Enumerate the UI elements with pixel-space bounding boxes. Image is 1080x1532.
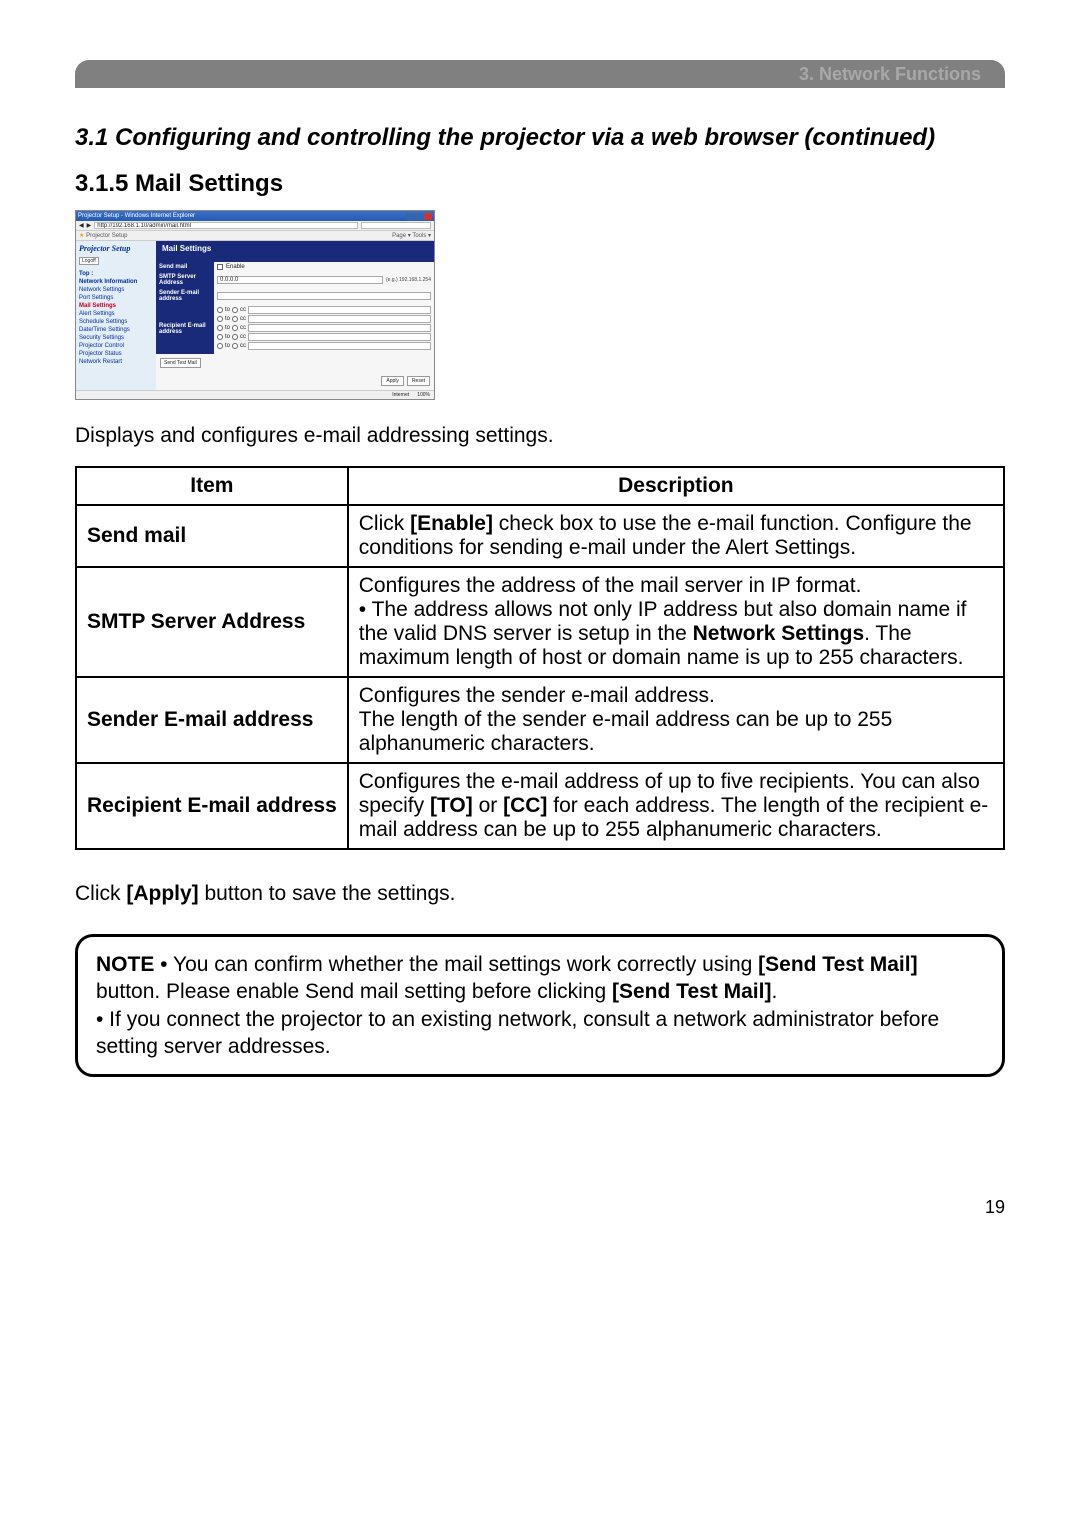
cc-radio-4[interactable] xyxy=(232,334,238,340)
sidebar-item-10[interactable]: Projector Status xyxy=(79,351,153,357)
table-row: Sender E-mail addressConfigures the send… xyxy=(76,677,1004,763)
sidebar-item-9[interactable]: Projector Control xyxy=(79,343,153,349)
to-radio-3[interactable] xyxy=(217,325,223,331)
th-item: Item xyxy=(76,467,348,505)
to-radio-2[interactable] xyxy=(217,316,223,322)
sidebar-item-4[interactable]: Mail Settings xyxy=(79,303,153,309)
tab-title: Projector Setup xyxy=(86,233,127,239)
row-smtp-label: SMTP Server Address xyxy=(156,272,214,288)
brand: Projector Setup xyxy=(79,244,153,253)
enable-label: Enable xyxy=(226,264,245,270)
enable-checkbox[interactable] xyxy=(217,264,223,270)
ie-toolbar: ★ Projector Setup Page ▾ Tools ▾ xyxy=(76,231,434,241)
row-recipient-label: Recipient E-mail address xyxy=(156,304,214,354)
apply-button[interactable]: Apply xyxy=(381,376,404,386)
screenshot: Projector Setup - Windows Internet Explo… xyxy=(75,210,435,400)
logoff-button[interactable]: Logoff xyxy=(79,257,99,265)
item-cell: Recipient E-mail address xyxy=(76,763,348,849)
sidebar-item-6[interactable]: Schedule Settings xyxy=(79,319,153,325)
sidebar-item-8[interactable]: Security Settings xyxy=(79,335,153,341)
item-cell: Sender E-mail address xyxy=(76,677,348,763)
panel-title: Mail Settings xyxy=(156,241,434,256)
sidebar-item-7[interactable]: Date/Time Settings xyxy=(79,327,153,333)
chapter-header: 3. Network Functions xyxy=(75,60,1005,88)
toolbar-right[interactable]: Page ▾ Tools ▾ xyxy=(392,232,431,239)
description-cell: Configures the e-mail address of up to f… xyxy=(348,763,1004,849)
note-label: NOTE xyxy=(96,953,154,976)
close-icon[interactable] xyxy=(424,213,432,220)
row-send-mail-label: Send mail xyxy=(156,262,214,272)
recipient-input-3[interactable] xyxy=(248,324,431,332)
section-title: 3.1 Configuring and controlling the proj… xyxy=(75,124,1005,152)
cc-radio-5[interactable] xyxy=(232,343,238,349)
back-icon[interactable]: ◀ xyxy=(79,222,84,229)
favorites-icon[interactable]: ★ xyxy=(79,233,84,239)
recipient-input-2[interactable] xyxy=(248,315,431,323)
search-box[interactable] xyxy=(361,222,431,229)
page-number: 19 xyxy=(75,1197,1005,1218)
table-row: Send mailClick [Enable] check box to use… xyxy=(76,505,1004,567)
address-bar[interactable]: http://192.168.1.10/admin/mail.html xyxy=(94,222,358,229)
lead-text: Displays and configures e-mail addressin… xyxy=(75,424,1005,448)
smtp-input[interactable]: 0.0.0.0 xyxy=(217,276,383,284)
recipient-input-5[interactable] xyxy=(248,342,431,350)
sidebar-item-0[interactable]: Top : xyxy=(79,271,153,277)
to-radio-4[interactable] xyxy=(217,334,223,340)
apply-instruction: Click [Apply] button to save the setting… xyxy=(75,882,1005,906)
item-cell: Send mail xyxy=(76,505,348,567)
send-test-mail-button[interactable]: Send Test Mail xyxy=(160,358,201,368)
status-bar: Internet 100% xyxy=(76,390,434,399)
sidebar-item-2[interactable]: Network Settings xyxy=(79,287,153,293)
forward-icon[interactable]: ▶ xyxy=(87,222,92,229)
cc-radio-3[interactable] xyxy=(232,325,238,331)
status-zoom: 100% xyxy=(417,392,430,398)
recipient-input-4[interactable] xyxy=(248,333,431,341)
description-cell: Configures the address of the mail serve… xyxy=(348,567,1004,677)
table-row: SMTP Server AddressConfigures the addres… xyxy=(76,567,1004,677)
table-row: Recipient E-mail addressConfigures the e… xyxy=(76,763,1004,849)
note-box: NOTE • You can confirm whether the mail … xyxy=(75,934,1005,1077)
sender-input[interactable] xyxy=(217,292,431,300)
address-row: ◀ ▶ http://192.168.1.10/admin/mail.html xyxy=(76,221,434,231)
sidebar-item-11[interactable]: Network Restart xyxy=(79,359,153,365)
subsection-title: 3.1.5 Mail Settings xyxy=(75,170,1005,198)
sidebar-item-5[interactable]: Alert Settings xyxy=(79,311,153,317)
sidebar-item-3[interactable]: Port Settings xyxy=(79,295,153,301)
minimize-icon[interactable] xyxy=(406,213,414,220)
chapter-label: 3. Network Functions xyxy=(799,64,981,85)
smtp-hint: (e.g.) 192.168.1.254 xyxy=(386,277,431,283)
to-radio-1[interactable] xyxy=(217,307,223,313)
row-sender-label: Sender E-mail address xyxy=(156,288,214,304)
status-internet: Internet xyxy=(392,392,409,398)
reset-button[interactable]: Reset xyxy=(407,376,430,386)
to-radio-5[interactable] xyxy=(217,343,223,349)
item-cell: SMTP Server Address xyxy=(76,567,348,677)
description-cell: Click [Enable] check box to use the e-ma… xyxy=(348,505,1004,567)
th-description: Description xyxy=(348,467,1004,505)
sidebar-item-1[interactable]: Network Information xyxy=(79,279,153,285)
description-cell: Configures the sender e-mail address. Th… xyxy=(348,677,1004,763)
maximize-icon[interactable] xyxy=(415,213,423,220)
description-table: Item Description Send mailClick [Enable]… xyxy=(75,466,1005,850)
window-title: Projector Setup - Windows Internet Explo… xyxy=(78,213,195,219)
cc-radio-2[interactable] xyxy=(232,316,238,322)
cc-radio-1[interactable] xyxy=(232,307,238,313)
sidebar: Projector Setup Logoff Top : Network Info… xyxy=(76,241,156,390)
recipient-input-1[interactable] xyxy=(248,306,431,314)
window-titlebar: Projector Setup - Windows Internet Explo… xyxy=(76,211,434,221)
